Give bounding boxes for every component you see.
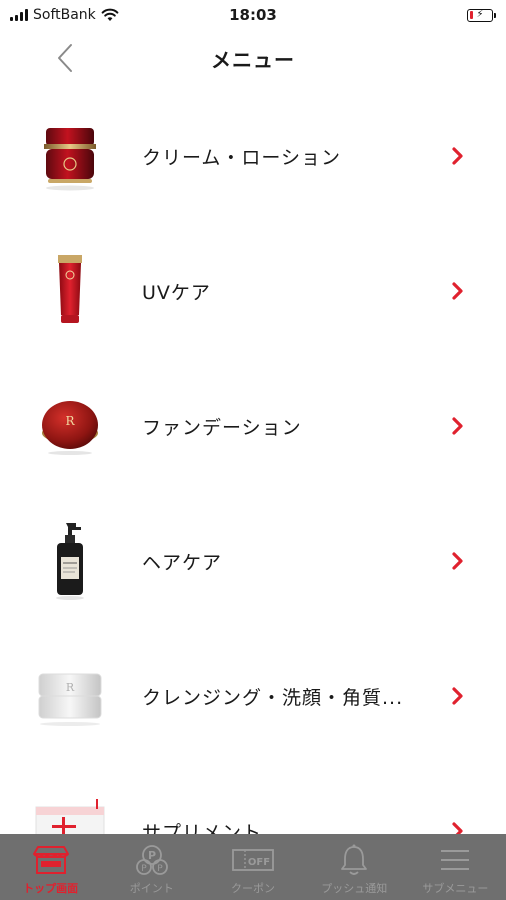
chevron-right-icon: [446, 819, 470, 834]
tab-sub-menu[interactable]: サブメニュー: [405, 834, 506, 900]
point-icon: P P P: [130, 842, 174, 878]
svg-text:P: P: [157, 864, 163, 874]
svg-text:R: R: [65, 414, 75, 428]
page-title: メニュー: [211, 47, 295, 72]
chevron-right-icon: [446, 549, 470, 573]
chevron-left-icon: [58, 44, 72, 72]
tab-label: ポイント: [129, 882, 174, 895]
battery-level-fill: [469, 11, 474, 19]
svg-text:R: R: [66, 681, 75, 694]
hair-bottle-thumbnail: [30, 521, 110, 601]
tab-label: クーポン: [231, 882, 275, 895]
menu-item-label: クレンジング・洗顔・角質...: [142, 686, 404, 709]
foundation-compact-thumbnail: R: [30, 386, 110, 466]
home-shop-icon: [29, 842, 73, 878]
svg-text:P: P: [148, 849, 156, 862]
navigation-bar: メニュー: [0, 30, 506, 86]
charging-bolt-icon: ⚡: [476, 9, 484, 20]
tab-label: サブメニュー: [422, 882, 489, 895]
coupon-off-icon: OFF: [231, 842, 275, 878]
tab-top-screen[interactable]: トップ画面: [0, 834, 101, 900]
svg-text:P: P: [141, 864, 147, 874]
menu-item-label: クリーム・ローション: [142, 146, 342, 169]
uv-tube-thumbnail: [30, 251, 110, 331]
tab-coupon[interactable]: OFF クーポン: [202, 834, 303, 900]
carrier-name: SoftBank: [33, 7, 96, 23]
menu-item-label: UVケア: [142, 281, 211, 304]
menu-item-label: ヘアケア: [142, 551, 223, 574]
menu-item-foundation[interactable]: R ファンデーション: [0, 366, 506, 486]
menu-item-uv-care[interactable]: UVケア: [0, 231, 506, 351]
menu-item-label: ファンデーション: [142, 416, 302, 439]
tab-label: トップ画面: [23, 882, 79, 895]
menu-list[interactable]: クリーム・ローション UVケア R ファンデーション ヘアケア R クレンジング…: [0, 86, 506, 834]
supplement-box-thumbnail: [30, 791, 110, 834]
status-bar: SoftBank 18:03 ⚡: [0, 0, 506, 30]
chevron-right-icon: [446, 414, 470, 438]
tab-push-notification[interactable]: プッシュ通知: [304, 834, 405, 900]
chevron-right-icon: [446, 684, 470, 708]
chevron-right-icon: [446, 279, 470, 303]
menu-item-supplement[interactable]: サプリメント: [0, 771, 506, 834]
cleansing-jar-thumbnail: R: [30, 656, 110, 736]
bottom-tab-bar: トップ画面 P P P ポイント OFF クーポン プッシュ通知 サブメニュー: [0, 834, 506, 900]
menu-item-cleansing[interactable]: R クレンジング・洗顔・角質...: [0, 636, 506, 756]
hamburger-menu-icon: [433, 842, 477, 878]
bell-icon: [332, 842, 376, 878]
tab-point[interactable]: P P P ポイント: [101, 834, 202, 900]
menu-item-label: サプリメント: [142, 821, 263, 835]
battery-icon: ⚡: [467, 8, 496, 22]
status-left: SoftBank: [10, 7, 119, 23]
back-button[interactable]: [50, 40, 80, 76]
cellular-signal-icon: [10, 9, 28, 21]
menu-item-hair-care[interactable]: ヘアケア: [0, 501, 506, 621]
cream-jar-thumbnail: [30, 116, 110, 196]
chevron-right-icon: [446, 144, 470, 168]
tab-label: プッシュ通知: [321, 882, 388, 895]
wifi-icon: [101, 8, 119, 21]
svg-text:OFF: OFF: [248, 857, 270, 868]
menu-item-cream-lotion[interactable]: クリーム・ローション: [0, 96, 506, 216]
